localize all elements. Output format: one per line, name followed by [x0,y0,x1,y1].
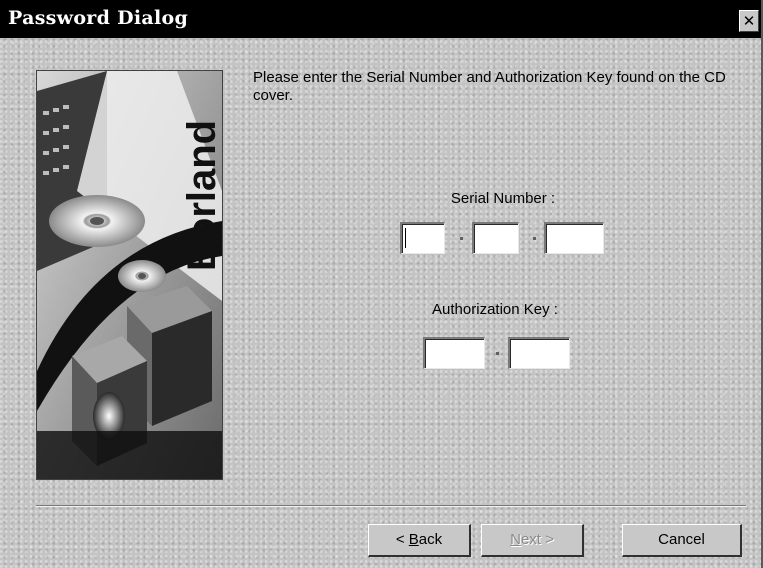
back-button[interactable]: < Back [368,524,471,557]
back-button-mnemonic: B [408,531,419,548]
next-button[interactable]: Next > [481,524,584,557]
close-button[interactable]: ✕ [739,10,759,32]
close-icon[interactable]: ✕ [743,12,756,30]
serial-number-label: Serial Number : [450,190,556,207]
serial-separator [533,237,536,240]
serial-number-field-3[interactable] [544,222,604,254]
button-separator [36,505,746,507]
banner-artwork: Borland [37,71,222,479]
next-button-label: ext > [520,531,554,548]
authorization-key-field-1[interactable] [423,337,485,369]
authorization-key-label: Authorization Key : [432,301,558,318]
back-button-prefix: < [395,531,409,548]
borland-banner-image: Borland [36,70,223,480]
instruction-text: Please enter the Serial Number and Autho… [253,69,726,104]
back-button-label: ack [418,531,443,548]
authorization-separator [496,352,499,355]
text-caret [405,228,406,248]
title-bar[interactable]: Password Dialog ✕ [0,0,761,38]
serial-separator [460,237,463,240]
serial-number-field-1[interactable] [400,222,445,254]
authorization-key-field-2[interactable] [508,337,570,369]
serial-number-field-2[interactable] [472,222,519,254]
window-title: Password Dialog [8,7,189,29]
next-button-mnemonic: N [510,531,521,548]
borland-wordmark: Borland [180,120,222,271]
cancel-button[interactable]: Cancel [622,524,742,557]
password-dialog: Password Dialog ✕ Borland Please enter t… [0,0,763,568]
